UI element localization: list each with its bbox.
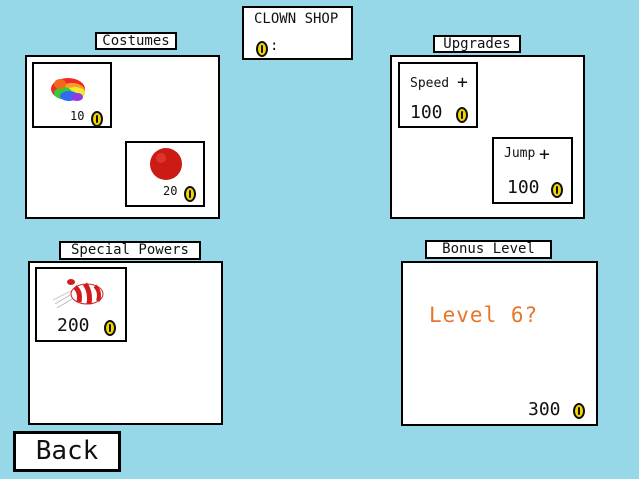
coin-icon (104, 319, 116, 336)
coin-icon (256, 40, 268, 57)
special-powers-panel: 200 (28, 261, 223, 425)
upgrades-header: Upgrades (433, 35, 521, 53)
costumes-header: Costumes (95, 32, 177, 50)
upgrade-item-speed[interactable]: Speed + 100 (398, 62, 478, 128)
upgrade-item-jump[interactable]: Jump + 100 (492, 137, 573, 204)
upgrade-label: Jump (504, 146, 536, 161)
special-power-price: 200 (57, 315, 90, 336)
bonus-level-price: 300 (528, 399, 561, 420)
shop-title: CLOWN SHOP (254, 11, 339, 27)
bonus-level-panel[interactable]: Level 6? 300 (401, 261, 598, 426)
costume-item-rainbow-wig[interactable]: 10 (32, 62, 112, 128)
striped-rocket-icon (52, 279, 104, 309)
red-nose-icon (150, 148, 182, 180)
special-powers-header: Special Powers (59, 241, 201, 260)
upgrades-panel: Speed + 100 Jump + 100 (390, 55, 585, 219)
coin-icon (184, 185, 196, 202)
coin-count: : (270, 38, 279, 54)
upgrade-price: 100 (507, 177, 540, 198)
costume-item-red-nose[interactable]: 20 (125, 141, 205, 207)
plus-icon[interactable]: + (539, 146, 550, 164)
coin-icon (456, 106, 468, 123)
plus-icon[interactable]: + (457, 74, 468, 92)
costumes-panel: 10 20 (25, 55, 220, 219)
bonus-level-header: Bonus Level (425, 240, 552, 259)
coin-icon (91, 110, 103, 127)
coin-icon (573, 402, 585, 419)
upgrade-price: 100 (410, 102, 443, 123)
costume-price: 10 (70, 109, 85, 123)
costume-price: 20 (163, 184, 178, 198)
bonus-level-text: Level 6? (429, 303, 539, 327)
rainbow-wig-icon (51, 78, 85, 101)
back-button[interactable]: Back (13, 431, 121, 472)
coin-icon (551, 181, 563, 198)
special-power-item[interactable]: 200 (35, 267, 127, 342)
shop-title-panel: CLOWN SHOP : (242, 6, 353, 60)
upgrade-label: Speed (410, 76, 450, 91)
